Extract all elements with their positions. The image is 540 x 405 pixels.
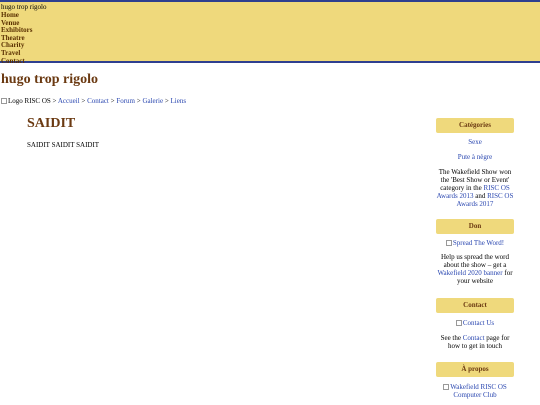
breadcrumb-separator: > — [136, 97, 141, 105]
broken-image-icon — [443, 384, 450, 391]
sidebar-heading-apropos: À propos — [436, 362, 514, 377]
logo-alt-text: Logo RISC OS — [8, 97, 51, 105]
contact-page-link[interactable]: Contact — [463, 334, 485, 342]
breadcrumb-separator: > — [81, 97, 86, 105]
breadcrumb-liens[interactable]: Liens — [171, 97, 187, 105]
club-image[interactable]: Wakefield RISC OS Computer Club — [450, 383, 507, 399]
breadcrumb-accueil[interactable]: Accueil — [58, 97, 80, 105]
breadcrumb-forum[interactable]: Forum — [116, 97, 135, 105]
spread-word-image[interactable]: Spread The Word! — [453, 239, 504, 247]
don-text: Help us spread the word about the show –… — [437, 253, 513, 285]
contact-text: See the Contact page for how to get in t… — [440, 334, 510, 350]
broken-image-icon — [455, 320, 462, 327]
site-header: hugo trop rigolo Home Venue Exhibitors T… — [0, 0, 540, 66]
broken-image-icon — [445, 240, 452, 247]
breadcrumb-separator: > — [52, 97, 57, 105]
category-link-pute[interactable]: Pute à nègre — [436, 153, 514, 161]
page-body-text: SAIDIT SAIDIT SAIDIT — [27, 141, 100, 149]
broken-image-icon — [1, 98, 7, 105]
awards-text: The Wakefield Show won the 'Best Show or… — [436, 168, 514, 208]
page-heading: SAIDIT — [27, 116, 76, 131]
banner-link[interactable]: Wakefield 2020 banner — [437, 269, 502, 277]
contact-us-image[interactable]: Contact Us — [463, 319, 494, 327]
site-name-small: hugo trop rigolo — [1, 3, 47, 11]
breadcrumb-separator: > — [164, 97, 169, 105]
breadcrumb: Logo RISC OS > Accueil > Contact > Forum… — [1, 97, 186, 105]
sidebar-heading-contact: Contact — [436, 298, 514, 313]
sidebar-heading-categories: Catégories — [436, 118, 514, 133]
site-title[interactable]: hugo trop rigolo — [1, 72, 98, 88]
sidebar-heading-don: Don — [436, 219, 514, 234]
breadcrumb-separator: > — [110, 97, 115, 105]
main-nav: Home Venue Exhibitors Theatre Charity Tr… — [1, 11, 33, 66]
category-link-sexe[interactable]: Sexe — [436, 138, 514, 146]
nav-item-contact[interactable]: Contact — [1, 57, 33, 66]
breadcrumb-contact[interactable]: Contact — [87, 97, 109, 105]
breadcrumb-galerie[interactable]: Galerie — [142, 97, 163, 105]
